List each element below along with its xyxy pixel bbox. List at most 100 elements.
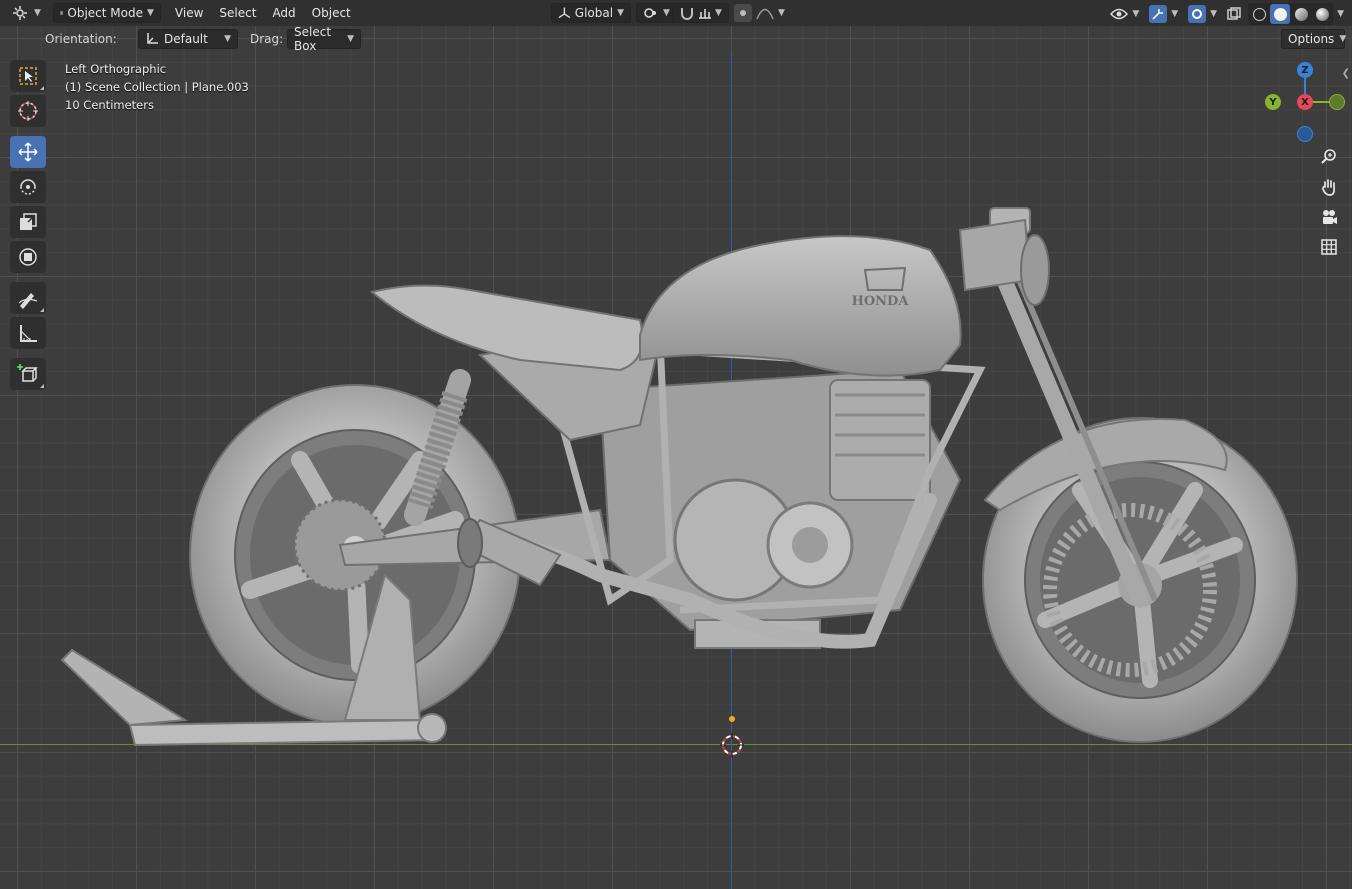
tool-annotate[interactable] — [10, 282, 46, 314]
orientation-label: Global — [574, 6, 614, 20]
options-button[interactable]: Options ▼ — [1281, 29, 1347, 49]
navigation-gizmo[interactable]: Z Y X — [1262, 58, 1352, 148]
orientation-select[interactable]: Default ▼ — [138, 29, 238, 49]
xray-toggle[interactable] — [1224, 4, 1244, 24]
pivot-icon — [644, 8, 656, 18]
tool-rotate[interactable] — [10, 171, 46, 203]
grid-scale: 10 Centimeters — [65, 98, 154, 112]
gizmo-z-axis[interactable]: Z — [1297, 62, 1313, 78]
overlays-toggle[interactable]: ▼ — [1185, 4, 1220, 24]
solid-icon — [1273, 7, 1287, 21]
orientation-axes-icon — [147, 33, 158, 44]
header-right-controls: ▼ ▼ ▼ ▼ — [1107, 3, 1344, 25]
editor-type-button[interactable]: ▼ — [6, 3, 47, 23]
select-box-icon — [19, 67, 37, 85]
snapping-group: ▼ — [672, 3, 729, 23]
chevron-down-icon: ▼ — [34, 8, 41, 18]
hand-icon — [1322, 179, 1336, 196]
view-name: Left Orthographic — [65, 62, 167, 76]
proportional-edit-icon — [740, 10, 746, 16]
chevron-down-icon: ▼ — [147, 8, 154, 18]
chevron-down-icon: ▼ — [1339, 34, 1347, 44]
xray-icon — [1227, 7, 1241, 20]
origin-point — [729, 716, 735, 722]
drag-label: Drag: — [250, 32, 284, 46]
camera-view-button[interactable] — [1316, 204, 1342, 230]
tool-move[interactable] — [10, 136, 46, 168]
drag-select[interactable]: Select Box ▼ — [287, 25, 361, 53]
drag-value: Select Box — [294, 25, 332, 53]
mode-select[interactable]: Object Mode ▼ — [52, 3, 161, 23]
visibility-select[interactable]: ▼ — [1107, 4, 1142, 24]
zoom-icon — [1321, 149, 1336, 164]
grid-icon — [1321, 239, 1337, 255]
scale-icon — [20, 213, 37, 230]
fuel-tank: HONDA — [639, 235, 962, 377]
tool-transform[interactable] — [10, 241, 46, 273]
orientation-axes-icon — [558, 7, 571, 19]
transform-orientation-select[interactable]: Global ▼ — [551, 3, 631, 23]
menu-add[interactable]: Add — [264, 3, 303, 23]
zoom-button[interactable] — [1316, 144, 1342, 170]
tool-measure[interactable] — [10, 317, 46, 349]
gizmo-toggle[interactable]: ▼ — [1146, 4, 1181, 24]
snap-magnet-icon[interactable] — [679, 6, 695, 20]
menu-view[interactable]: View — [167, 3, 211, 23]
object-mode-icon — [60, 11, 64, 15]
menu-select[interactable]: Select — [211, 3, 264, 23]
options-label: Options — [1288, 32, 1335, 46]
tool-cursor[interactable] — [10, 95, 46, 127]
chevron-down-icon: ▼ — [663, 8, 670, 18]
chevron-down-icon: ▼ — [1132, 9, 1140, 19]
viewport-info: Left Orthographic (1) Scene Collection |… — [65, 60, 249, 114]
falloff-curve-icon[interactable] — [756, 6, 774, 20]
cursor-icon — [18, 101, 38, 121]
mode-label: Object Mode — [67, 6, 143, 20]
tool-settings-bar: Orientation: Default ▼ Drag: Select Box … — [0, 25, 1352, 53]
y-axis-label: Y — [1269, 96, 1277, 108]
annotate-icon — [18, 293, 38, 309]
3d-viewport[interactable]: HONDA — [0, 0, 1352, 889]
proportional-edit-toggle[interactable] — [734, 4, 752, 22]
tool-select-box[interactable] — [10, 60, 46, 92]
toolbox — [10, 60, 46, 393]
material-icon — [1294, 7, 1308, 21]
chevron-down-icon: ▼ — [715, 8, 722, 18]
chevron-down-icon: ▼ — [1210, 9, 1218, 19]
perspective-toggle-button[interactable] — [1316, 234, 1342, 260]
3d-cursor-icon[interactable] — [720, 733, 744, 757]
gizmo-neg-z-axis[interactable] — [1297, 126, 1313, 142]
gizmo-x-axis[interactable]: X — [1297, 94, 1313, 110]
wireframe-shading-button[interactable] — [1249, 4, 1269, 24]
rotate-icon — [20, 179, 36, 195]
overlays-icon — [1188, 5, 1207, 23]
orientation-label: Orientation: — [45, 32, 117, 46]
gizmo-icon — [1149, 5, 1168, 23]
brand-badge: HONDA — [852, 294, 910, 309]
camera-icon — [1323, 210, 1337, 224]
pivot-point-select[interactable]: ▼ — [636, 3, 677, 23]
rendered-shading-button[interactable] — [1312, 4, 1332, 24]
motorcycle-model[interactable]: HONDA — [0, 0, 1352, 889]
material-shading-button[interactable] — [1291, 4, 1311, 24]
pan-button[interactable] — [1316, 174, 1342, 200]
seat — [369, 284, 644, 372]
chevron-down-icon: ▼ — [347, 34, 354, 44]
header-menus: View Select Add Object — [167, 3, 359, 23]
chevron-down-icon: ▼ — [1171, 9, 1179, 19]
gizmo-y-axis[interactable]: Y — [1265, 94, 1281, 110]
tool-scale[interactable] — [10, 206, 46, 238]
eye-icon — [1110, 8, 1129, 20]
tool-add-cube[interactable] — [10, 358, 46, 390]
wireframe-icon — [1252, 7, 1266, 21]
menu-object[interactable]: Object — [304, 3, 359, 23]
shading-mode-group — [1248, 3, 1334, 25]
gizmo-neg-y-axis[interactable] — [1329, 94, 1345, 110]
chevron-down-icon[interactable]: ▼ — [1337, 9, 1344, 19]
chevron-down-icon: ▼ — [778, 8, 785, 18]
collapse-sidebar-icon[interactable]: ❮ — [1342, 68, 1350, 79]
x-axis-label: X — [1301, 96, 1309, 108]
navigation-buttons — [1316, 144, 1342, 264]
solid-shading-button[interactable] — [1270, 4, 1291, 24]
snap-increment-icon[interactable] — [697, 6, 713, 20]
